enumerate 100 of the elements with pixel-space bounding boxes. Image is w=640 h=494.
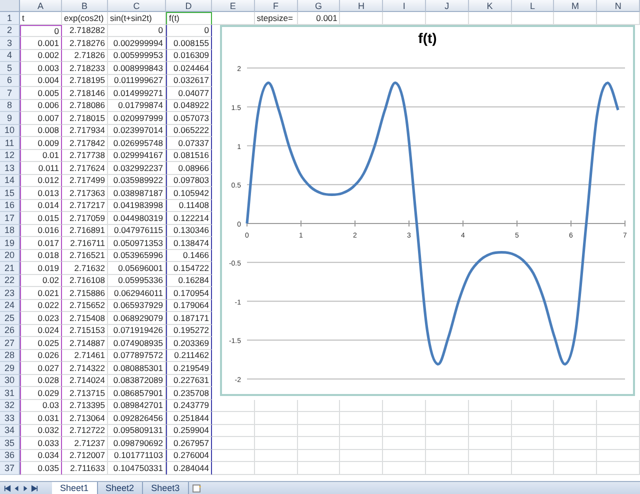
column-header[interactable]: F — [254, 0, 298, 12]
empty-cell[interactable] — [340, 412, 384, 424]
row-header[interactable]: 13 — [0, 162, 20, 174]
column-header[interactable]: H — [340, 0, 384, 12]
empty-cell[interactable] — [340, 462, 384, 474]
column-header[interactable]: J — [426, 0, 469, 12]
column-header[interactable]: K — [468, 0, 512, 12]
empty-cell[interactable] — [512, 462, 554, 474]
column-header[interactable]: M — [554, 0, 598, 12]
empty-cell[interactable] — [512, 412, 554, 424]
empty-cell[interactable] — [468, 400, 512, 412]
row-header[interactable]: 20 — [0, 250, 20, 262]
empty-cell[interactable] — [512, 437, 554, 450]
empty-cell[interactable] — [597, 450, 640, 462]
empty-cell[interactable] — [597, 424, 640, 437]
empty-cell[interactable] — [597, 400, 640, 412]
empty-cell[interactable] — [298, 412, 340, 424]
row-header[interactable]: 37 — [0, 462, 20, 474]
empty-cell[interactable] — [554, 412, 598, 424]
empty-cell[interactable] — [468, 462, 512, 474]
row-header[interactable]: 32 — [0, 400, 20, 412]
row-header[interactable]: 27 — [0, 337, 20, 350]
empty-cell[interactable] — [383, 437, 426, 450]
row-header[interactable]: 26 — [0, 324, 20, 337]
empty-cell[interactable] — [383, 462, 426, 474]
empty-cell[interactable] — [383, 424, 426, 437]
select-all-corner[interactable] — [0, 0, 20, 12]
empty-cell[interactable] — [468, 424, 512, 437]
empty-cell[interactable] — [512, 424, 554, 437]
sheet-tab[interactable]: Sheet3 — [143, 482, 189, 494]
empty-cell[interactable] — [383, 412, 426, 424]
empty-cell[interactable] — [298, 462, 340, 474]
column-header[interactable]: D — [166, 0, 212, 12]
row-header[interactable]: 5 — [0, 62, 20, 74]
empty-cell[interactable] — [426, 437, 469, 450]
empty-cell[interactable] — [298, 450, 340, 462]
empty-cell[interactable] — [254, 437, 298, 450]
row-header[interactable]: 34 — [0, 424, 20, 437]
row-header[interactable]: 22 — [0, 274, 20, 287]
empty-cell[interactable] — [383, 450, 426, 462]
empty-cell[interactable] — [212, 450, 255, 462]
empty-cell[interactable] — [512, 400, 554, 412]
empty-cell[interactable] — [298, 400, 340, 412]
row-header[interactable]: 17 — [0, 212, 20, 224]
empty-cell[interactable] — [340, 437, 384, 450]
empty-cell[interactable] — [254, 412, 298, 424]
empty-cell[interactable] — [426, 424, 469, 437]
empty-cell[interactable] — [298, 437, 340, 450]
first-sheet-icon[interactable] — [4, 484, 11, 492]
row-header[interactable]: 7 — [0, 87, 20, 100]
empty-cell[interactable] — [468, 437, 512, 450]
empty-cell[interactable] — [426, 462, 469, 474]
row-header[interactable]: 31 — [0, 387, 20, 400]
row-header[interactable]: 33 — [0, 412, 20, 424]
column-header[interactable]: B — [62, 0, 108, 12]
previous-sheet-icon[interactable] — [13, 484, 20, 492]
empty-cell[interactable] — [254, 424, 298, 437]
row-header[interactable]: 30 — [0, 374, 20, 387]
empty-cell[interactable] — [468, 412, 512, 424]
empty-cell[interactable] — [597, 412, 640, 424]
row-header[interactable]: 15 — [0, 187, 20, 200]
empty-cell[interactable] — [254, 462, 298, 474]
row-header[interactable]: 28 — [0, 350, 20, 362]
empty-cell[interactable] — [340, 450, 384, 462]
empty-cell[interactable] — [340, 424, 384, 437]
column-header[interactable]: N — [597, 0, 640, 12]
empty-cell[interactable] — [254, 450, 298, 462]
row-header[interactable]: 35 — [0, 437, 20, 450]
row-header[interactable]: 29 — [0, 362, 20, 374]
row-header[interactable]: 11 — [0, 137, 20, 150]
empty-cell[interactable] — [597, 462, 640, 474]
row-header[interactable]: 14 — [0, 174, 20, 187]
empty-cell[interactable] — [298, 424, 340, 437]
empty-cell[interactable] — [554, 424, 598, 437]
row-header[interactable]: 8 — [0, 100, 20, 112]
empty-cell[interactable] — [212, 412, 255, 424]
row-header[interactable]: 25 — [0, 312, 20, 324]
empty-cell[interactable] — [426, 400, 469, 412]
empty-cell[interactable] — [554, 450, 598, 462]
empty-cell[interactable] — [426, 412, 469, 424]
empty-cell[interactable] — [254, 400, 298, 412]
empty-cell[interactable] — [212, 424, 255, 437]
empty-cell[interactable] — [468, 450, 512, 462]
row-header[interactable]: 18 — [0, 224, 20, 237]
sheet-tab[interactable]: Sheet1 — [52, 482, 98, 494]
last-sheet-icon[interactable] — [31, 484, 38, 492]
row-header[interactable]: 16 — [0, 200, 20, 212]
next-sheet-icon[interactable] — [22, 484, 29, 492]
empty-cell[interactable] — [426, 450, 469, 462]
empty-cell[interactable] — [212, 462, 255, 474]
empty-cell[interactable] — [340, 400, 384, 412]
row-header[interactable]: 19 — [0, 237, 20, 250]
row-header[interactable]: 12 — [0, 150, 20, 162]
row-header[interactable]: 1 — [0, 12, 20, 24]
empty-cell[interactable] — [212, 437, 255, 450]
row-header[interactable]: 2 — [0, 24, 20, 37]
sheet-tab[interactable]: Sheet2 — [98, 482, 144, 494]
row-header[interactable]: 3 — [0, 37, 20, 50]
empty-cell[interactable] — [383, 400, 426, 412]
row-header[interactable]: 24 — [0, 300, 20, 312]
